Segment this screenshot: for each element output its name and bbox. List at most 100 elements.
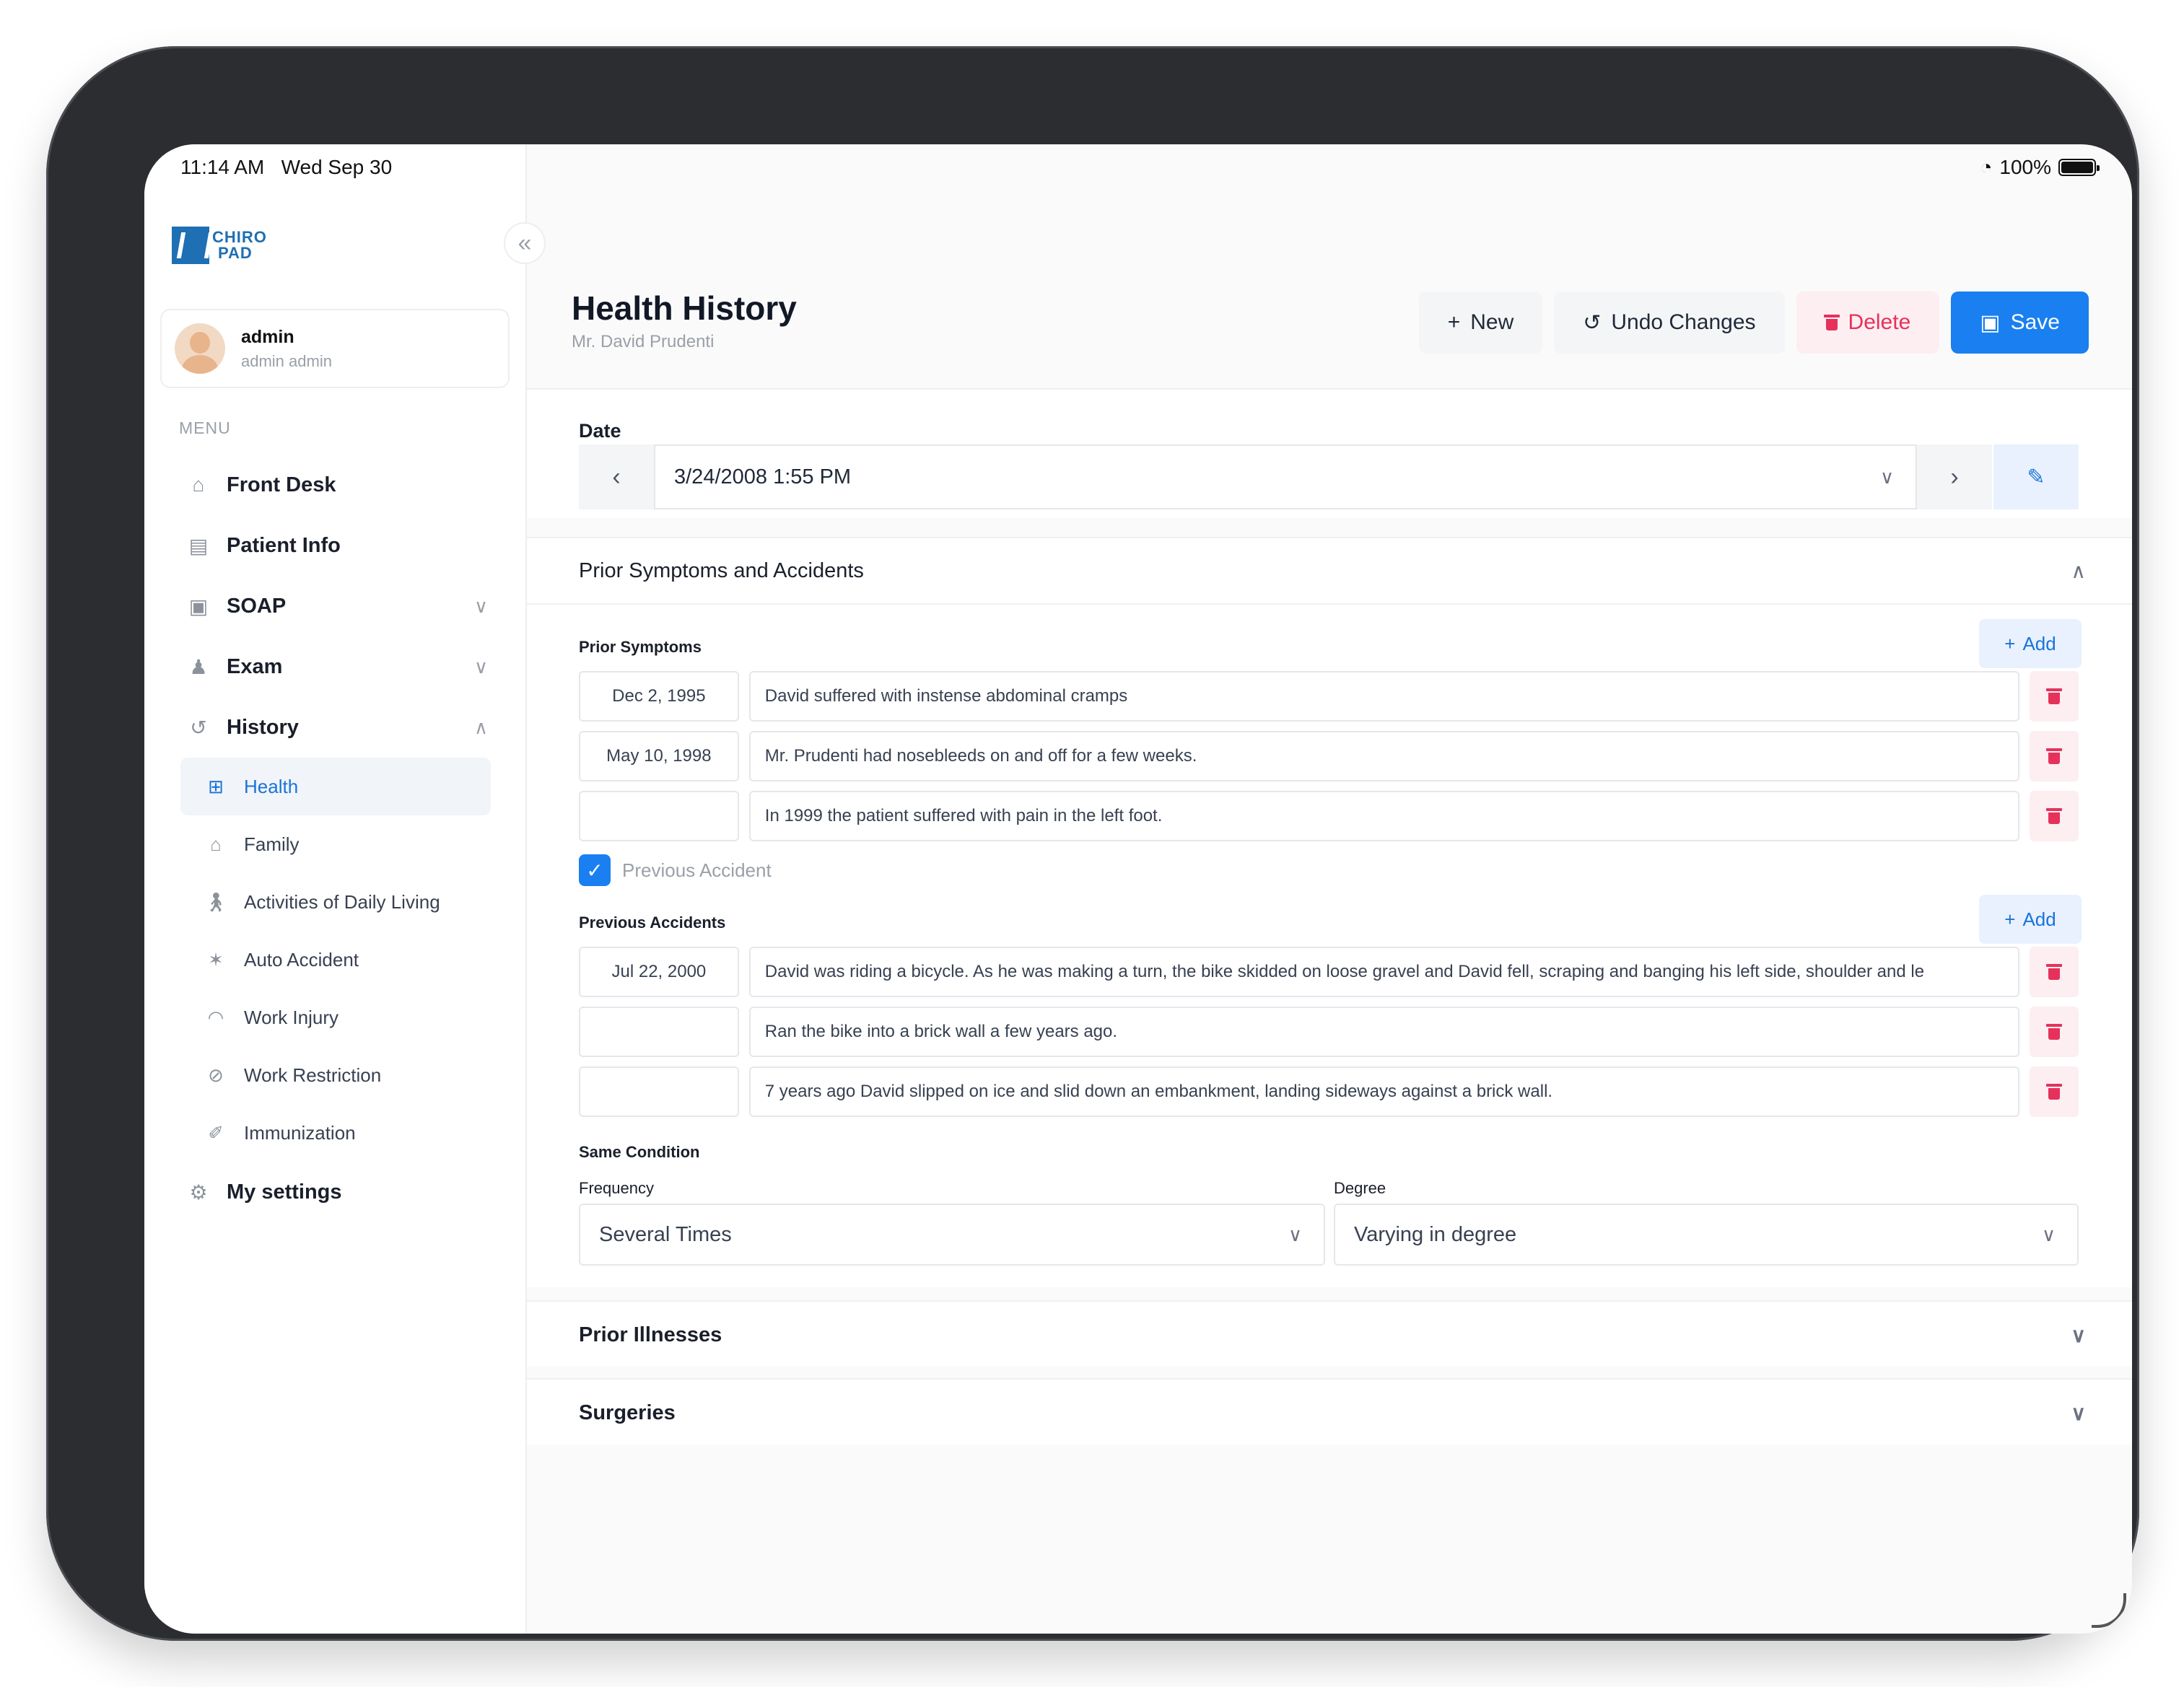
chevron-down-icon: ∨ <box>473 655 488 678</box>
accident-date-field[interactable]: Jul 22, 2000 <box>579 947 739 997</box>
floppy-disk-icon: ▣ <box>1980 310 2001 335</box>
chevron-down-icon: ∨ <box>1288 1223 1302 1245</box>
date-label: Date <box>579 420 621 442</box>
new-button[interactable]: + New <box>1418 292 1543 354</box>
symptom-date-field[interactable]: May 10, 1998 <box>579 731 739 781</box>
delete-symptom-button[interactable] <box>2030 731 2079 781</box>
toolbar: + New ↺ Undo Changes Delete ▣ Save <box>1418 292 2089 354</box>
add-symptom-button[interactable]: + Add <box>1979 619 2082 668</box>
symptom-row: In 1999 the patient suffered with pain i… <box>579 791 2079 841</box>
symptom-text-field[interactable]: Mr. Prudenti had nosebleeds on and off f… <box>748 731 2020 781</box>
status-time: 11:14 AM Wed Sep 30 <box>180 156 393 178</box>
car-crash-icon: ✶ <box>208 948 224 970</box>
edit-date-button[interactable]: ✎ <box>1993 444 2079 509</box>
delete-accident-button[interactable] <box>2030 1007 2079 1057</box>
sidebar-item-activities-of-daily-living[interactable]: 🚶︎ Activities of Daily Living <box>160 873 510 931</box>
date-selector: ‹ 3/24/2008 1:55 PM ∨ › ✎ <box>579 444 2079 509</box>
symptom-text-field[interactable]: David suffered with instense abdominal c… <box>748 671 2020 722</box>
accident-text-field[interactable]: David was riding a bicycle. As he was ma… <box>748 947 2020 997</box>
date-dropdown[interactable]: 3/24/2008 1:55 PM ∨ <box>654 444 1917 509</box>
pencil-icon: ✎ <box>2027 465 2045 489</box>
degree-select[interactable]: Varying in degree ∨ <box>1334 1204 2079 1266</box>
sidebar: CHIRO PAD admin admin admin MENU ⌂ Front… <box>144 144 527 1634</box>
accident-date-field[interactable] <box>579 1007 739 1057</box>
accident-date-field[interactable] <box>579 1066 739 1117</box>
chevron-up-icon: ∧ <box>2071 559 2087 582</box>
sidebar-item-health[interactable]: ⊞ Health <box>180 758 491 815</box>
delete-accident-button[interactable] <box>2030 947 2079 997</box>
sidebar-item-exam[interactable]: ♟ Exam ∨ <box>160 636 510 697</box>
sidebar-item-auto-accident[interactable]: ✶ Auto Accident <box>160 931 510 989</box>
plus-icon: + <box>2004 908 2016 930</box>
trash-icon <box>2046 1084 2063 1100</box>
battery-percent: 100% <box>1999 156 2051 178</box>
date-value: 3/24/2008 1:55 PM <box>674 465 852 488</box>
delete-symptom-button[interactable] <box>2030 671 2079 722</box>
clipboard-icon: ▣ <box>188 595 209 618</box>
syringe-icon: ✐ <box>208 1121 224 1144</box>
frequency-label: Frequency <box>579 1179 654 1197</box>
collapse-sidebar-button[interactable]: « <box>504 222 546 264</box>
tablet-frame: 11:14 AM Wed Sep 30 ◔ 100% CHIRO PAD adm… <box>46 46 2139 1641</box>
trash-icon <box>2046 1024 2063 1040</box>
chevron-up-icon: ∧ <box>473 716 488 738</box>
sidebar-item-front-desk[interactable]: ⌂ Front Desk <box>160 455 510 515</box>
delete-accident-button[interactable] <box>2030 1066 2079 1117</box>
sidebar-item-family[interactable]: ⌂ Family <box>160 815 510 873</box>
prior-symptoms-accidents-header[interactable]: Prior Symptoms and Accidents ∧ <box>527 538 2132 605</box>
chevron-down-icon: ∨ <box>2041 1223 2056 1245</box>
chevron-right-icon: › <box>1950 463 1959 491</box>
save-button[interactable]: ▣ Save <box>1951 292 2089 354</box>
section-title: Prior Symptoms and Accidents <box>579 558 864 582</box>
ban-icon: ⊘ <box>208 1064 224 1086</box>
accident-row: 7 years ago David slipped on ice and sli… <box>579 1066 2079 1117</box>
home-icon: ⌂ <box>192 473 205 496</box>
section-title: Prior Illnesses <box>579 1323 722 1346</box>
tablet-screen: 11:14 AM Wed Sep 30 ◔ 100% CHIRO PAD adm… <box>144 144 2132 1634</box>
previous-date-button[interactable]: ‹ <box>579 444 654 509</box>
sidebar-nav: ⌂ Front Desk ▤ Patient Info ▣ SOAP ∨ ♟ E… <box>160 455 510 1222</box>
accident-row: Jul 22, 2000 David was riding a bicycle.… <box>579 947 2079 997</box>
frequency-select[interactable]: Several Times ∨ <box>579 1204 1325 1266</box>
chiropad-logo[interactable]: CHIRO PAD <box>172 227 267 264</box>
surgeries-header[interactable]: Surgeries ∨ <box>527 1380 2132 1446</box>
trash-icon <box>2046 748 2063 764</box>
sidebar-item-history[interactable]: ↺ History ∧ <box>160 697 510 758</box>
menu-label: MENU <box>179 419 231 437</box>
avatar <box>175 323 225 374</box>
sidebar-item-patient-info[interactable]: ▤ Patient Info <box>160 515 510 576</box>
accident-text-field[interactable]: 7 years ago David slipped on ice and sli… <box>748 1066 2020 1117</box>
sidebar-item-work-injury[interactable]: ◠ Work Injury <box>160 989 510 1046</box>
sidebar-item-my-settings[interactable]: ⚙ My settings <box>160 1162 510 1222</box>
add-accident-button[interactable]: + Add <box>1979 895 2082 944</box>
accident-row: Ran the bike into a brick wall a few yea… <box>579 1007 2079 1057</box>
symptom-row: Dec 2, 1995 David suffered with instense… <box>579 671 2079 722</box>
symptom-row: May 10, 1998 Mr. Prudenti had nosebleeds… <box>579 731 2079 781</box>
previous-accident-checkbox[interactable]: ✓ <box>579 854 611 886</box>
next-date-button[interactable]: › <box>1917 444 1992 509</box>
chevron-left-icon: ‹ <box>612 463 621 491</box>
symptom-date-field[interactable] <box>579 791 739 841</box>
walking-icon: 🚶︎ <box>204 890 228 913</box>
sidebar-item-soap[interactable]: ▣ SOAP ∨ <box>160 576 510 636</box>
id-card-icon: ▤ <box>188 534 209 557</box>
sidebar-item-immunization[interactable]: ✐ Immunization <box>160 1104 510 1162</box>
symptom-date-field[interactable]: Dec 2, 1995 <box>579 671 739 722</box>
double-chevron-left-icon: « <box>517 229 532 257</box>
delete-symptom-button[interactable] <box>2030 791 2079 841</box>
gear-icon: ⚙ <box>189 1180 208 1204</box>
delete-button[interactable]: Delete <box>1796 292 1940 354</box>
undo-changes-button[interactable]: ↺ Undo Changes <box>1554 292 1785 354</box>
previous-accident-checkbox-row[interactable]: ✓ Previous Accident <box>579 854 772 886</box>
chevron-down-icon: ∨ <box>1879 465 1894 488</box>
user-card[interactable]: admin admin admin <box>160 309 510 388</box>
sidebar-item-work-restriction[interactable]: ⊘ Work Restriction <box>160 1046 510 1104</box>
section-title: Surgeries <box>579 1401 676 1424</box>
plus-icon: + <box>1447 310 1461 334</box>
history-icon: ↺ <box>190 716 207 739</box>
symptom-text-field[interactable]: In 1999 the patient suffered with pain i… <box>748 791 2020 841</box>
prior-illnesses-header[interactable]: Prior Illnesses ∨ <box>527 1302 2132 1368</box>
wifi-icon: ◔ <box>1980 156 1993 178</box>
trash-icon <box>2046 688 2063 704</box>
accident-text-field[interactable]: Ran the bike into a brick wall a few yea… <box>748 1007 2020 1057</box>
